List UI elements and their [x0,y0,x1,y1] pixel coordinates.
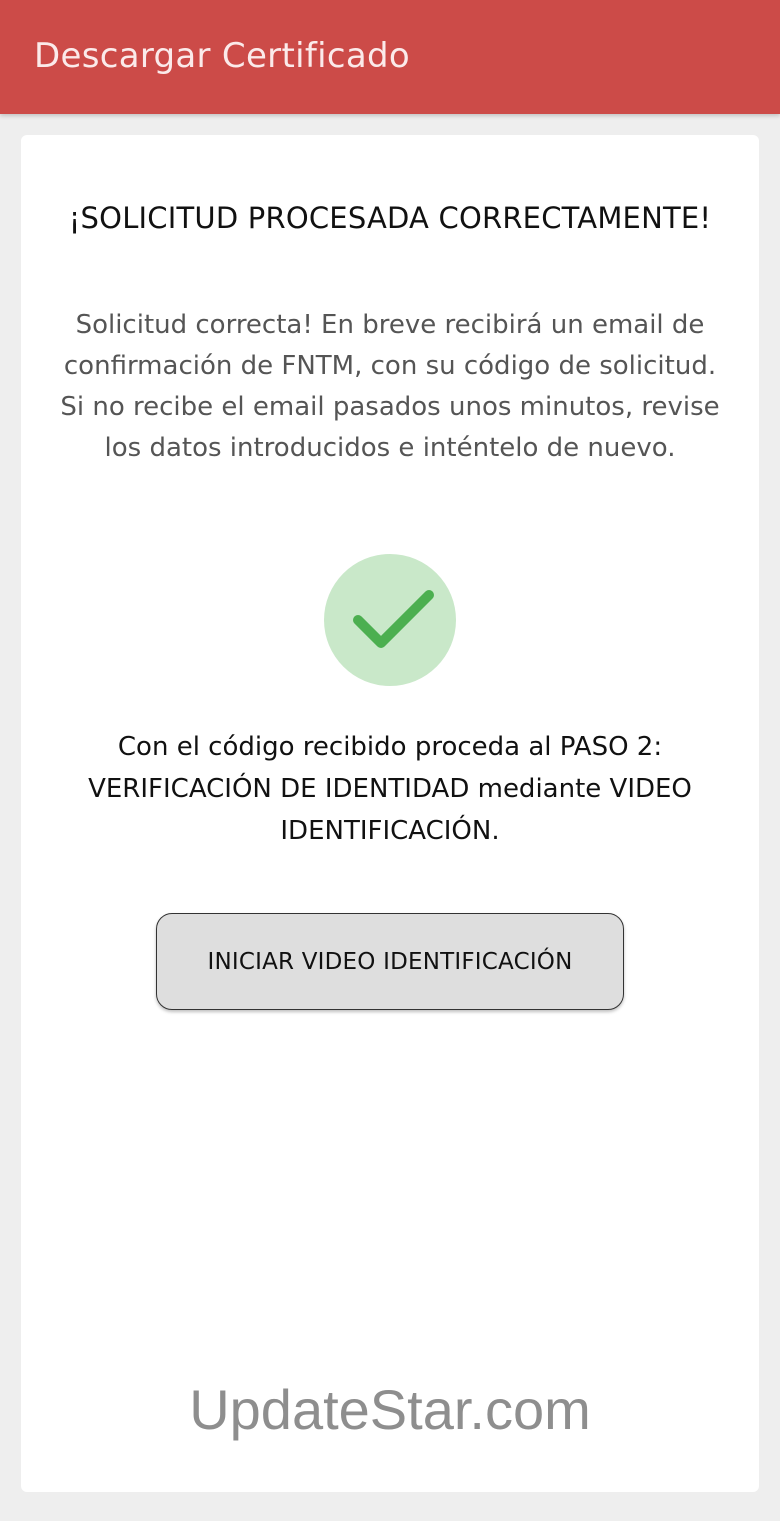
start-video-identification-label: INICIAR VIDEO IDENTIFICACIÓN [207,948,573,975]
next-step-instruction: Con el código recibido proceda al PASO 2… [88,732,692,846]
check-icon [353,590,434,648]
watermark: UpdateStar.com [189,1378,591,1441]
confirmation-message: Solicitud correcta! En breve recibirá un… [60,310,720,463]
success-badge [324,554,456,686]
app-bar: Descargar Certificado [0,0,780,114]
start-video-identification-button[interactable]: INICIAR VIDEO IDENTIFICACIÓN [156,913,624,1010]
success-heading: ¡SOLICITUD PROCESADA CORRECTAMENTE! [68,201,712,235]
app-bar-title: Descargar Certificado [34,36,410,76]
